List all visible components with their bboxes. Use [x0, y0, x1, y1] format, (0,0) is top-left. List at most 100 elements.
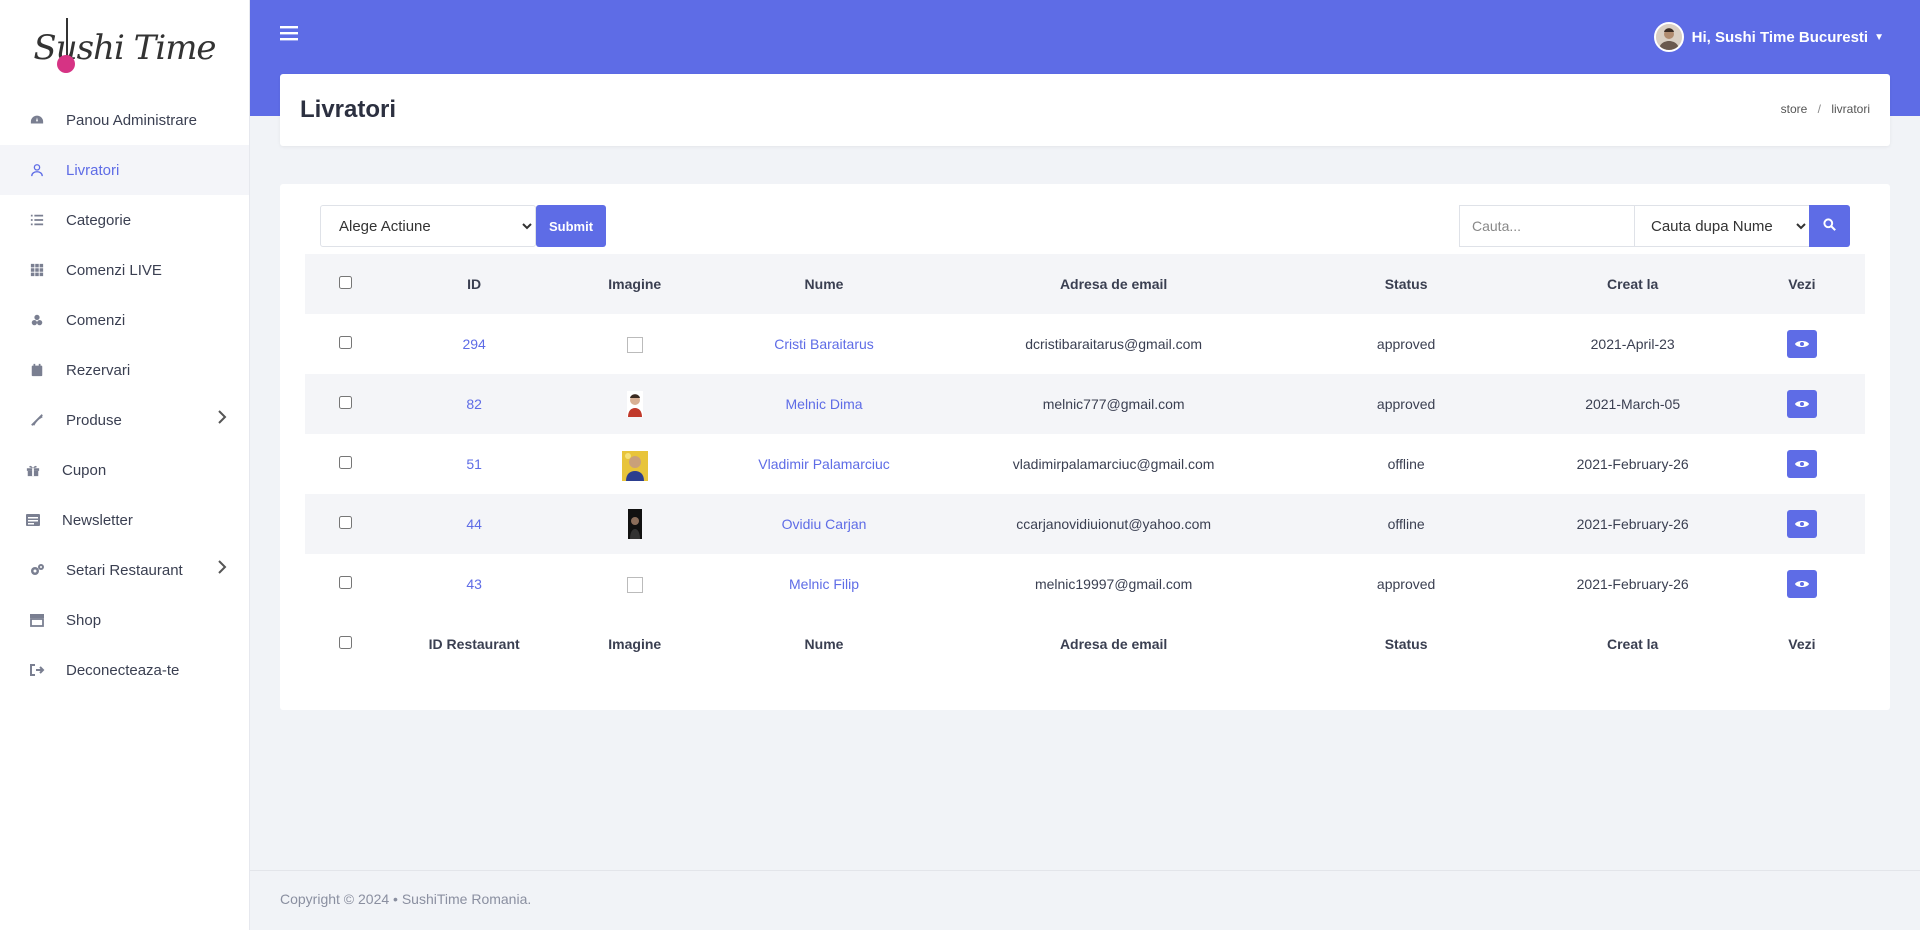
row-created: 2021-February-26 — [1576, 516, 1689, 532]
table-footer-row: ID Restaurant Imagine Nume Adresa de ema… — [305, 614, 1865, 674]
row-status: approved — [1376, 576, 1436, 592]
breadcrumb-separator: / — [1817, 102, 1821, 116]
row-view-cell — [1739, 314, 1865, 374]
row-checkbox[interactable] — [338, 456, 352, 469]
sidebar-item-label: Produse — [66, 411, 122, 429]
row-view-cell — [1739, 554, 1865, 614]
sidebar-item-label: Setari Restaurant — [66, 561, 183, 579]
sidebar-item-panou-administrare[interactable]: Panou Administrare — [0, 95, 249, 145]
calendar-icon — [26, 359, 48, 381]
row-view-cell — [1739, 494, 1865, 554]
row-checkbox[interactable] — [338, 576, 352, 589]
view-button[interactable] — [1786, 450, 1817, 478]
sidebar-item-setari-restaurant[interactable]: Setari Restaurant — [0, 545, 249, 595]
logout-icon — [26, 659, 48, 681]
row-select-cell — [305, 434, 385, 494]
row-name-link[interactable]: Ovidiu Carjan — [706, 494, 941, 554]
user-greeting: Hi, Sushi Time Bucuresti — [1691, 28, 1869, 46]
grid-icon — [26, 259, 48, 281]
breadcrumb-store[interactable]: store — [1781, 102, 1808, 116]
row-select-cell — [305, 494, 385, 554]
row-checkbox[interactable] — [338, 336, 352, 349]
search-input[interactable] — [1459, 205, 1635, 247]
column-header[interactable]: Creat la — [1527, 254, 1739, 314]
caret-down-icon: ▼ — [1874, 31, 1884, 43]
gift-icon — [22, 459, 44, 481]
row-image-cell — [563, 554, 706, 614]
livratori-card: Alege Actiune Submit Cauta dupa Nume ID … — [280, 184, 1890, 710]
table-row: 44 Ovidiu Carjan ccarjanovidiuionut@yaho… — [305, 494, 1865, 554]
row-created: 2021-April-23 — [1590, 336, 1675, 352]
sidebar-item-cupon[interactable]: Cupon — [0, 445, 249, 495]
row-name-link[interactable]: Melnic Dima — [706, 374, 941, 434]
row-created: 2021-March-05 — [1585, 396, 1681, 412]
sidebar-item-label: Livratori — [66, 161, 120, 179]
row-name-link[interactable]: Vladimir Palamarciuc — [706, 434, 941, 494]
logo[interactable]: Sushi Time — [0, 0, 249, 95]
search-by-select[interactable]: Cauta dupa Nume — [1634, 205, 1810, 247]
view-button[interactable] — [1786, 390, 1817, 418]
select-all-checkbox-footer[interactable] — [338, 636, 352, 649]
row-image-cell — [563, 494, 706, 554]
page-header-card: Livratori store / livratori — [280, 74, 1890, 146]
column-header[interactable]: Status — [1286, 254, 1527, 314]
sidebar-item-comenzi[interactable]: Comenzi — [0, 295, 249, 345]
user-menu[interactable]: Hi, Sushi Time Bucuresti ▼ — [1653, 22, 1884, 52]
row-name-link[interactable]: Melnic Filip — [706, 554, 941, 614]
sidebar-menu: Panou Administrare Livratori Categorie C… — [0, 95, 249, 695]
sidebar-item-shop[interactable]: Shop — [0, 595, 249, 645]
breadcrumb-livratori: livratori — [1831, 102, 1870, 116]
row-email: ccarjanovidiuionut@yahoo.com — [1016, 516, 1212, 532]
select-all-cell — [305, 614, 385, 674]
eye-icon — [1794, 577, 1809, 592]
column-header[interactable]: Nume — [706, 254, 941, 314]
row-id-link[interactable]: 51 — [385, 434, 563, 494]
column-footer: ID Restaurant — [428, 636, 520, 652]
sidebar-item-produse[interactable]: Produse — [0, 395, 249, 445]
sidebar-item-label: Cupon — [62, 461, 107, 479]
view-button[interactable] — [1786, 570, 1817, 598]
sidebar-item-deconecteaza[interactable]: Deconecteaza-te — [0, 645, 249, 695]
sidebar-item-label: Newsletter — [62, 511, 133, 529]
submit-button[interactable]: Submit — [536, 205, 606, 247]
sidebar-item-rezervari[interactable]: Rezervari — [0, 345, 249, 395]
row-name-link[interactable]: Cristi Baraitarus — [706, 314, 941, 374]
sidebar-item-categorie[interactable]: Categorie — [0, 195, 249, 245]
breadcrumb: store / livratori — [1781, 102, 1870, 116]
row-checkbox[interactable] — [338, 396, 352, 409]
row-status: offline — [1387, 516, 1425, 532]
row-id-link[interactable]: 82 — [385, 374, 563, 434]
row-status: offline — [1387, 456, 1425, 472]
column-header: Vezi — [1788, 276, 1816, 292]
sidebar-item-newsletter[interactable]: Newsletter — [0, 495, 249, 545]
row-image-cell — [563, 314, 706, 374]
row-status: approved — [1376, 336, 1436, 352]
column-header[interactable]: ID — [385, 254, 563, 314]
eye-icon — [1794, 397, 1809, 412]
row-email: melnic19997@gmail.com — [1034, 576, 1193, 592]
row-email: vladimirpalamarciuc@gmail.com — [1012, 456, 1215, 472]
chevron-right-icon — [217, 560, 227, 578]
bulk-action-select[interactable]: Alege Actiune — [320, 205, 536, 247]
page-footer: Copyright © 2024 • SushiTime Romania. — [250, 870, 1920, 930]
select-all-checkbox[interactable] — [338, 276, 352, 289]
eye-icon — [1794, 517, 1809, 532]
view-button[interactable] — [1786, 330, 1817, 358]
row-id-link[interactable]: 294 — [385, 314, 563, 374]
row-id-link[interactable]: 44 — [385, 494, 563, 554]
column-header[interactable]: Adresa de email — [942, 254, 1286, 314]
table-row: 294 Cristi Baraitarus dcristibaraitarus@… — [305, 314, 1865, 374]
row-created: 2021-February-26 — [1576, 456, 1689, 472]
sidebar-item-label: Comenzi — [66, 311, 126, 329]
view-button[interactable] — [1786, 510, 1817, 538]
sidebar-item-comenzi-live[interactable]: Comenzi LIVE — [0, 245, 249, 295]
menu-toggle-icon[interactable] — [280, 25, 300, 45]
sidebar-item-label: Comenzi LIVE — [66, 261, 162, 279]
sidebar-item-livratori[interactable]: Livratori — [0, 145, 249, 195]
row-select-cell — [305, 374, 385, 434]
row-view-cell — [1739, 374, 1865, 434]
row-checkbox[interactable] — [338, 516, 352, 529]
search-button[interactable] — [1809, 205, 1850, 247]
row-id-link[interactable]: 43 — [385, 554, 563, 614]
table-row: 82 Melnic Dima melnic777@gmail.com appro… — [305, 374, 1865, 434]
